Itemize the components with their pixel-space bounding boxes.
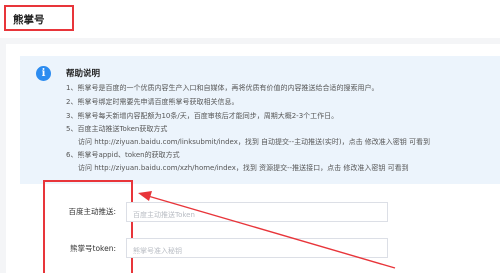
arrow-line [147,195,396,269]
annotation-arrow [138,191,396,269]
arrow-head [138,191,152,201]
